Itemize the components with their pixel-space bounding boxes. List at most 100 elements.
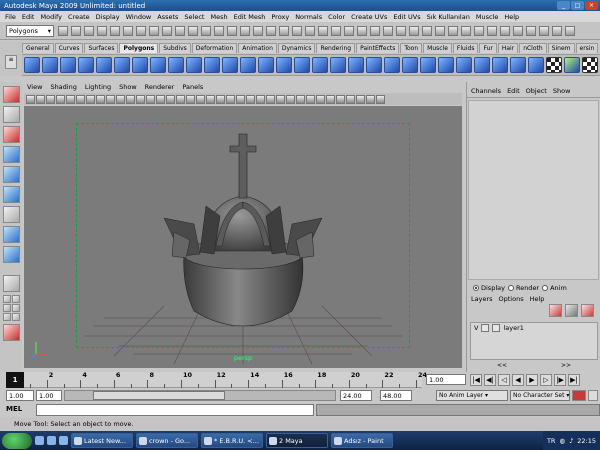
menu-set-dropdown[interactable]: Polygons ▾: [6, 24, 54, 37]
status-line-button-icon[interactable]: [253, 25, 263, 36]
panel-toolbar-icon[interactable]: [126, 94, 135, 104]
shelf-tab[interactable]: Animation: [238, 43, 277, 53]
menu-item[interactable]: Color: [325, 13, 348, 21]
menu-item[interactable]: Edit Mesh: [231, 13, 269, 21]
layer-color-swatch[interactable]: [492, 324, 501, 332]
status-line-button-icon[interactable]: [123, 25, 133, 36]
status-line-button-icon[interactable]: [422, 25, 432, 36]
channel-box-content[interactable]: [468, 100, 599, 280]
polygon-tool-icon[interactable]: [132, 57, 148, 73]
panel-toolbar-icon[interactable]: [216, 94, 225, 104]
soft-mod-tool-icon[interactable]: [2, 226, 20, 243]
status-line-button-icon[interactable]: [448, 25, 458, 36]
panel-toolbar-icon[interactable]: [256, 94, 265, 104]
polygon-tool-icon[interactable]: [474, 57, 490, 73]
polygon-tool-icon[interactable]: [240, 57, 256, 73]
status-line-button-icon[interactable]: [110, 25, 120, 36]
polygon-tool-icon[interactable]: [330, 57, 346, 73]
status-line-button-icon[interactable]: [565, 25, 575, 36]
polygon-tool-icon[interactable]: [366, 57, 382, 73]
panel-toolbar-icon[interactable]: [246, 94, 255, 104]
status-line-button-icon[interactable]: [149, 25, 159, 36]
panel-toolbar-icon[interactable]: [76, 94, 85, 104]
scroll-left-icon[interactable]: <<: [497, 362, 507, 370]
status-line-button-icon[interactable]: [97, 25, 107, 36]
panel-menu-item[interactable]: Show: [119, 83, 137, 91]
layer-options-button[interactable]: [581, 304, 594, 317]
status-line-button-icon[interactable]: [136, 25, 146, 36]
command-language-label[interactable]: MEL: [6, 405, 22, 413]
taskbar-button[interactable]: 2 Maya: [266, 433, 328, 448]
play-backwards-icon[interactable]: ◀: [512, 374, 524, 386]
character-set-dropdown[interactable]: No Character Set ▾: [510, 390, 570, 401]
select-tool-icon[interactable]: [2, 86, 20, 103]
quick-launch-ie-icon[interactable]: [35, 436, 44, 445]
shelf-tab[interactable]: Dynamics: [277, 43, 316, 53]
playback-end-field[interactable]: 24.00: [340, 390, 372, 401]
polygon-tool-icon[interactable]: [258, 57, 274, 73]
menu-item[interactable]: Modify: [37, 13, 65, 21]
panel-toolbar-icon[interactable]: [96, 94, 105, 104]
menu-item[interactable]: Display: [93, 13, 123, 21]
status-line-button-icon[interactable]: [84, 25, 94, 36]
status-line-button-icon[interactable]: [240, 25, 250, 36]
start-button[interactable]: [2, 432, 32, 449]
status-line-button-icon[interactable]: [552, 25, 562, 36]
menu-item[interactable]: Window: [123, 13, 155, 21]
menu-item[interactable]: Normals: [292, 13, 325, 21]
status-line-button-icon[interactable]: [344, 25, 354, 36]
anim-layer-dropdown[interactable]: No Anim Layer ▾: [436, 390, 508, 401]
menu-item[interactable]: Create UVs: [348, 13, 390, 21]
shelf-tab[interactable]: Fur: [479, 43, 497, 53]
panel-toolbar-icon[interactable]: [306, 94, 315, 104]
status-line-button-icon[interactable]: [331, 25, 341, 36]
clock[interactable]: 22:15: [577, 437, 596, 445]
polygon-tool-icon[interactable]: [114, 57, 130, 73]
polygon-tool-icon[interactable]: [402, 57, 418, 73]
menu-item[interactable]: Select: [181, 13, 207, 21]
rotate-tool-icon[interactable]: [2, 166, 20, 183]
auto-key-icon[interactable]: [572, 390, 586, 401]
channel-box-menu-item[interactable]: Show: [553, 87, 571, 95]
channel-box-menu-item[interactable]: Channels: [471, 87, 501, 95]
quick-launch-desktop-icon[interactable]: [59, 436, 68, 445]
shelf-tab[interactable]: ersin: [575, 43, 599, 53]
status-line-button-icon[interactable]: [435, 25, 445, 36]
minimize-button[interactable]: _: [557, 1, 570, 10]
panel-toolbar-icon[interactable]: [46, 94, 55, 104]
panel-menu-item[interactable]: Lighting: [85, 83, 111, 91]
step-back-frame-icon[interactable]: ◁: [498, 374, 510, 386]
taskbar-button[interactable]: Latest New...: [71, 433, 133, 448]
panel-toolbar-icon[interactable]: [146, 94, 155, 104]
layer-visibility-toggle[interactable]: V: [474, 324, 478, 332]
shelf-tab[interactable]: Curves: [54, 43, 84, 53]
scale-tool-icon[interactable]: [2, 186, 20, 203]
polygon-tool-icon[interactable]: [294, 57, 310, 73]
lasso-tool-icon[interactable]: [2, 106, 20, 123]
current-time-field[interactable]: 1.00: [426, 374, 466, 385]
panel-toolbar-icon[interactable]: [326, 94, 335, 104]
taskbar-button[interactable]: crown - Go...: [136, 433, 198, 448]
panel-toolbar-icon[interactable]: [226, 94, 235, 104]
polygon-tool-icon[interactable]: [564, 57, 580, 73]
polygon-tool-icon[interactable]: [60, 57, 76, 73]
step-forward-key-icon[interactable]: |▶: [554, 374, 566, 386]
panel-toolbar-icon[interactable]: [236, 94, 245, 104]
shelf-tab[interactable]: PaintEffects: [356, 43, 400, 53]
layout-a-icon[interactable]: [2, 295, 11, 303]
status-line-button-icon[interactable]: [474, 25, 484, 36]
shelf-tab[interactable]: Sinem: [547, 43, 575, 53]
menu-item[interactable]: Edit UVs: [390, 13, 423, 21]
scroll-right-icon[interactable]: >>: [561, 362, 571, 370]
menu-item[interactable]: Edit: [19, 13, 38, 21]
status-line-button-icon[interactable]: [175, 25, 185, 36]
polygon-tool-icon[interactable]: [456, 57, 472, 73]
menu-item[interactable]: File: [2, 13, 19, 21]
status-line-button-icon[interactable]: [409, 25, 419, 36]
panel-toolbar-icon[interactable]: [86, 94, 95, 104]
status-line-button-icon[interactable]: [292, 25, 302, 36]
polygon-tool-icon[interactable]: [96, 57, 112, 73]
shelf-tab[interactable]: nCloth: [519, 43, 547, 53]
render-view-icon[interactable]: [2, 324, 20, 341]
panel-menu-item[interactable]: Shading: [50, 83, 76, 91]
